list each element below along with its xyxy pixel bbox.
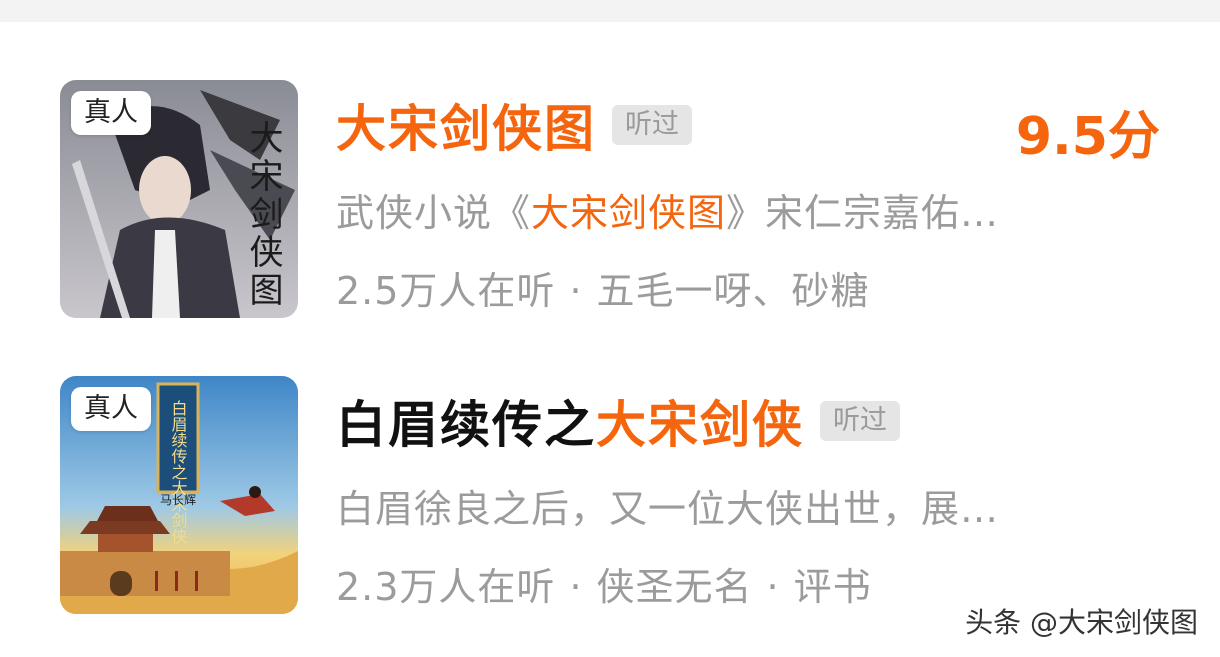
listener-count: 2.3万人在听: [336, 565, 556, 609]
meta-separator: ·: [569, 269, 583, 313]
desc-text: 武侠小说《: [336, 191, 532, 235]
real-voice-badge: 真人: [71, 91, 151, 135]
listener-count: 2.5万人在听: [336, 269, 556, 313]
title-black-part: 白眉续传之: [336, 396, 596, 454]
category-label: 评书: [793, 565, 872, 609]
cover-title-char: 大宋剑侠图: [243, 120, 283, 310]
title-highlight-part: 大宋剑侠: [596, 396, 804, 454]
meta-separator: ·: [766, 565, 780, 609]
title-row: 大宋剑侠图 听过: [336, 90, 692, 160]
list-item[interactable]: 大宋剑侠图 真人 大宋剑侠图 听过 9.5分 武侠小说《大宋剑侠图》宋仁宗嘉佑……: [0, 78, 1220, 318]
book-description: 武侠小说《大宋剑侠图》宋仁宗嘉佑…: [336, 182, 1126, 237]
title-row: 白眉续传之大宋剑侠 听过: [336, 386, 900, 456]
cover-title-char: 白眉续传之大宋剑侠: [169, 400, 188, 544]
book-cover[interactable]: 白眉续传之大宋剑侠 马长辉 真人: [60, 376, 298, 614]
book-description: 白眉徐良之后，又一位大侠出世，展…: [336, 487, 1000, 531]
rating-score: 9.5分: [1015, 107, 1160, 167]
narrator-names: 五毛一呀、砂糖: [596, 269, 870, 313]
meta-separator: ·: [569, 565, 583, 609]
cover-author: 马长辉: [160, 493, 196, 507]
real-voice-badge: 真人: [71, 387, 151, 431]
narrator-name: 侠圣无名: [596, 565, 753, 609]
book-meta: 2.5万人在听 · 五毛一呀、砂糖: [336, 260, 870, 315]
book-title[interactable]: 白眉续传之大宋剑侠: [336, 385, 804, 457]
list-item[interactable]: 白眉续传之大宋剑侠 马长辉 真人 白眉续传之大宋剑侠 听过 白眉徐良之后，又一位…: [0, 374, 1220, 614]
book-meta: 2.3万人在听 · 侠圣无名 · 评书: [336, 556, 872, 611]
top-divider-bar: [0, 0, 1220, 22]
desc-text: 》宋仁宗嘉佑…: [726, 191, 1000, 235]
source-watermark: 头条 @大宋剑侠图: [965, 606, 1198, 639]
desc-highlight: 大宋剑侠图: [531, 191, 727, 235]
listened-tag: 听过: [820, 401, 900, 441]
listened-tag: 听过: [612, 105, 692, 145]
title-highlight-part: 大宋剑侠图: [336, 100, 596, 158]
book-title[interactable]: 大宋剑侠图: [336, 89, 596, 161]
book-cover[interactable]: 大宋剑侠图 真人: [60, 80, 298, 318]
